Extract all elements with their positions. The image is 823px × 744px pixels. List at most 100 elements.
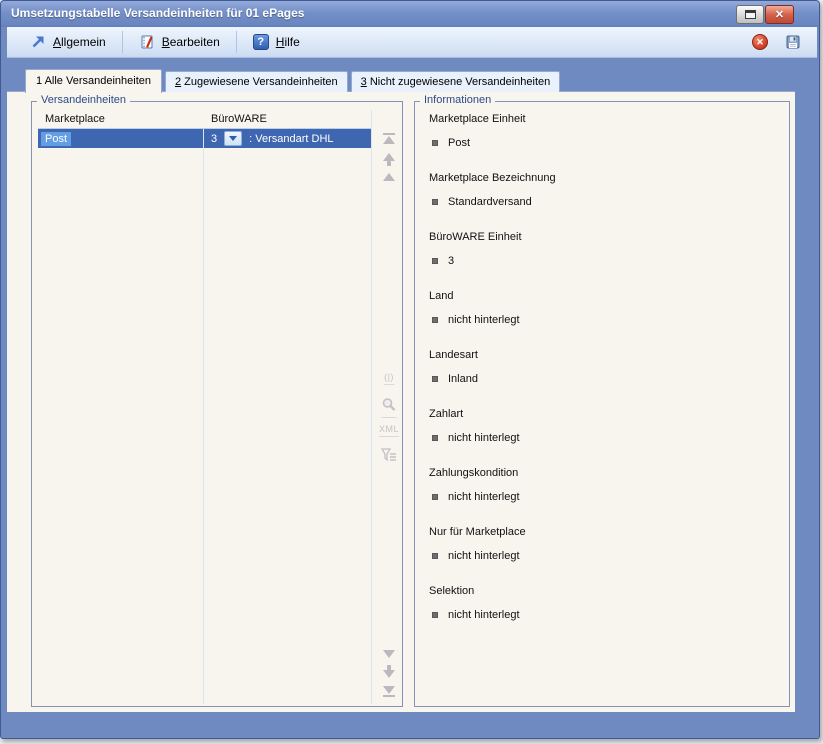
info-value-row: Post bbox=[429, 137, 779, 149]
tab-nicht-zugewiesene-versandeinheiten[interactable]: 3 Nicht zugewiesene Versandeinheiten bbox=[351, 71, 561, 92]
bullet-icon bbox=[432, 199, 438, 205]
close-icon: ✕ bbox=[775, 8, 784, 21]
info-item: Selektion nicht hinterlegt bbox=[429, 585, 779, 621]
hilfe-label: Hilfe bbox=[276, 35, 300, 49]
filter-icon[interactable] bbox=[381, 448, 397, 465]
xml-icon[interactable]: XML bbox=[379, 424, 399, 437]
bullet-icon bbox=[432, 435, 438, 441]
info-value: nicht hinterlegt bbox=[448, 432, 520, 444]
bullet-icon bbox=[432, 140, 438, 146]
bueroware-number: 3 bbox=[211, 133, 217, 145]
cancel-icon[interactable]: ✕ bbox=[752, 34, 768, 50]
tab-bar: 1 Alle Versandeinheiten 2 Zugewiesene Ve… bbox=[7, 58, 795, 92]
bullet-icon bbox=[432, 317, 438, 323]
info-value-row: 3 bbox=[429, 255, 779, 267]
info-label: BüroWARE Einheit bbox=[429, 231, 779, 243]
bearbeiten-button[interactable]: Bearbeiten bbox=[128, 29, 231, 55]
column-header-marketplace[interactable]: Marketplace bbox=[38, 113, 203, 125]
informationen-legend: Informationen bbox=[420, 94, 495, 106]
info-value: Post bbox=[448, 137, 470, 149]
informationen-groupbox: Informationen Marketplace Einheit Post M… bbox=[414, 101, 790, 707]
info-value: Inland bbox=[448, 373, 478, 385]
help-icon: ? bbox=[253, 34, 269, 50]
tab-zugewiesene-versandeinheiten[interactable]: 2 Zugewiesene Versandeinheiten bbox=[165, 71, 348, 92]
toolbar: Allgemein Bearbeiten ? Hilfe ✕ bbox=[7, 27, 817, 58]
info-value: nicht hinterlegt bbox=[448, 550, 520, 562]
info-item: Marketplace Einheit Post bbox=[429, 113, 779, 149]
move-to-bottom-button[interactable] bbox=[383, 686, 395, 698]
bueroware-dropdown-button[interactable] bbox=[224, 131, 242, 146]
close-button[interactable]: ✕ bbox=[765, 5, 794, 24]
info-item: Zahlart nicht hinterlegt bbox=[429, 408, 779, 444]
move-up-button[interactable] bbox=[383, 153, 395, 166]
info-item: Marketplace Bezeichnung Standardversand bbox=[429, 172, 779, 208]
notebook-pen-icon bbox=[139, 34, 155, 50]
toolbar-right: ✕ bbox=[752, 34, 817, 50]
content-panel: Versandeinheiten Marketplace BüroWARE Po… bbox=[7, 91, 795, 712]
info-value-row: Inland bbox=[429, 373, 779, 385]
restore-icon bbox=[745, 10, 756, 19]
info-value: 3 bbox=[448, 255, 454, 267]
info-value: nicht hinterlegt bbox=[448, 609, 520, 621]
bullet-icon bbox=[432, 376, 438, 382]
toolbar-separator bbox=[236, 31, 237, 53]
versandeinheiten-groupbox: Versandeinheiten Marketplace BüroWARE Po… bbox=[31, 101, 403, 707]
brackets-icon[interactable]: (|) bbox=[384, 372, 394, 385]
column-divider bbox=[203, 129, 204, 704]
info-label: Landesart bbox=[429, 349, 779, 361]
row-tools-column: (|) XML bbox=[377, 110, 401, 704]
versandeinheiten-legend: Versandeinheiten bbox=[37, 94, 130, 106]
info-label: Zahlungskondition bbox=[429, 467, 779, 479]
allgemein-label: Allgemein bbox=[53, 35, 106, 49]
allgemein-button[interactable]: Allgemein bbox=[19, 29, 117, 55]
table-row-selected[interactable]: Post 3 : Versandart DHL bbox=[38, 129, 371, 148]
toolbar-separator bbox=[122, 31, 123, 53]
bearbeiten-label: Bearbeiten bbox=[162, 35, 220, 49]
cell-bueroware: 3 : Versandart DHL bbox=[203, 131, 334, 146]
bullet-icon bbox=[432, 553, 438, 559]
info-value: nicht hinterlegt bbox=[448, 314, 520, 326]
chevron-down-icon bbox=[229, 136, 237, 141]
info-value-row: nicht hinterlegt bbox=[429, 314, 779, 326]
search-icon[interactable] bbox=[382, 397, 397, 418]
move-to-top-button[interactable] bbox=[383, 132, 395, 144]
info-value: Standardversand bbox=[448, 196, 532, 208]
dialog-window: Umsetzungstabelle Versandeinheiten für 0… bbox=[0, 0, 820, 739]
info-value-row: Standardversand bbox=[429, 196, 779, 208]
info-item: BüroWARE Einheit 3 bbox=[429, 231, 779, 267]
info-item: Zahlungskondition nicht hinterlegt bbox=[429, 467, 779, 503]
arrow-up-right-icon bbox=[30, 34, 46, 50]
info-value-row: nicht hinterlegt bbox=[429, 550, 779, 562]
info-value: nicht hinterlegt bbox=[448, 491, 520, 503]
bullet-icon bbox=[432, 258, 438, 264]
info-value-row: nicht hinterlegt bbox=[429, 609, 779, 621]
info-item: Landesart Inland bbox=[429, 349, 779, 385]
info-list: Marketplace Einheit Post Marketplace Bez… bbox=[429, 113, 779, 644]
table-header-row: Marketplace BüroWARE bbox=[38, 110, 371, 129]
info-label: Marketplace Bezeichnung bbox=[429, 172, 779, 184]
info-label: Selektion bbox=[429, 585, 779, 597]
title-bar: Umsetzungstabelle Versandeinheiten für 0… bbox=[1, 1, 819, 27]
versandeinheiten-table: Marketplace BüroWARE Post 3 : Versandart… bbox=[38, 110, 372, 704]
info-label: Land bbox=[429, 290, 779, 302]
info-label: Nur für Marketplace bbox=[429, 526, 779, 538]
save-icon[interactable] bbox=[785, 34, 801, 50]
scroll-down-button[interactable] bbox=[383, 650, 395, 658]
info-value-row: nicht hinterlegt bbox=[429, 432, 779, 444]
window-title: Umsetzungstabelle Versandeinheiten für 0… bbox=[11, 6, 304, 20]
restore-button[interactable] bbox=[736, 5, 764, 24]
info-item: Land nicht hinterlegt bbox=[429, 290, 779, 326]
column-header-bueroware[interactable]: BüroWARE bbox=[203, 113, 267, 125]
info-item: Nur für Marketplace nicht hinterlegt bbox=[429, 526, 779, 562]
info-label: Marketplace Einheit bbox=[429, 113, 779, 125]
hilfe-button[interactable]: ? Hilfe bbox=[242, 29, 311, 55]
bullet-icon bbox=[432, 612, 438, 618]
tab-alle-versandeinheiten[interactable]: 1 Alle Versandeinheiten bbox=[25, 69, 162, 93]
cell-marketplace: Post bbox=[38, 133, 203, 145]
bueroware-text: : Versandart DHL bbox=[249, 133, 333, 145]
scroll-up-button[interactable] bbox=[383, 173, 395, 181]
info-value-row: nicht hinterlegt bbox=[429, 491, 779, 503]
info-label: Zahlart bbox=[429, 408, 779, 420]
bullet-icon bbox=[432, 494, 438, 500]
move-down-button[interactable] bbox=[383, 665, 395, 678]
